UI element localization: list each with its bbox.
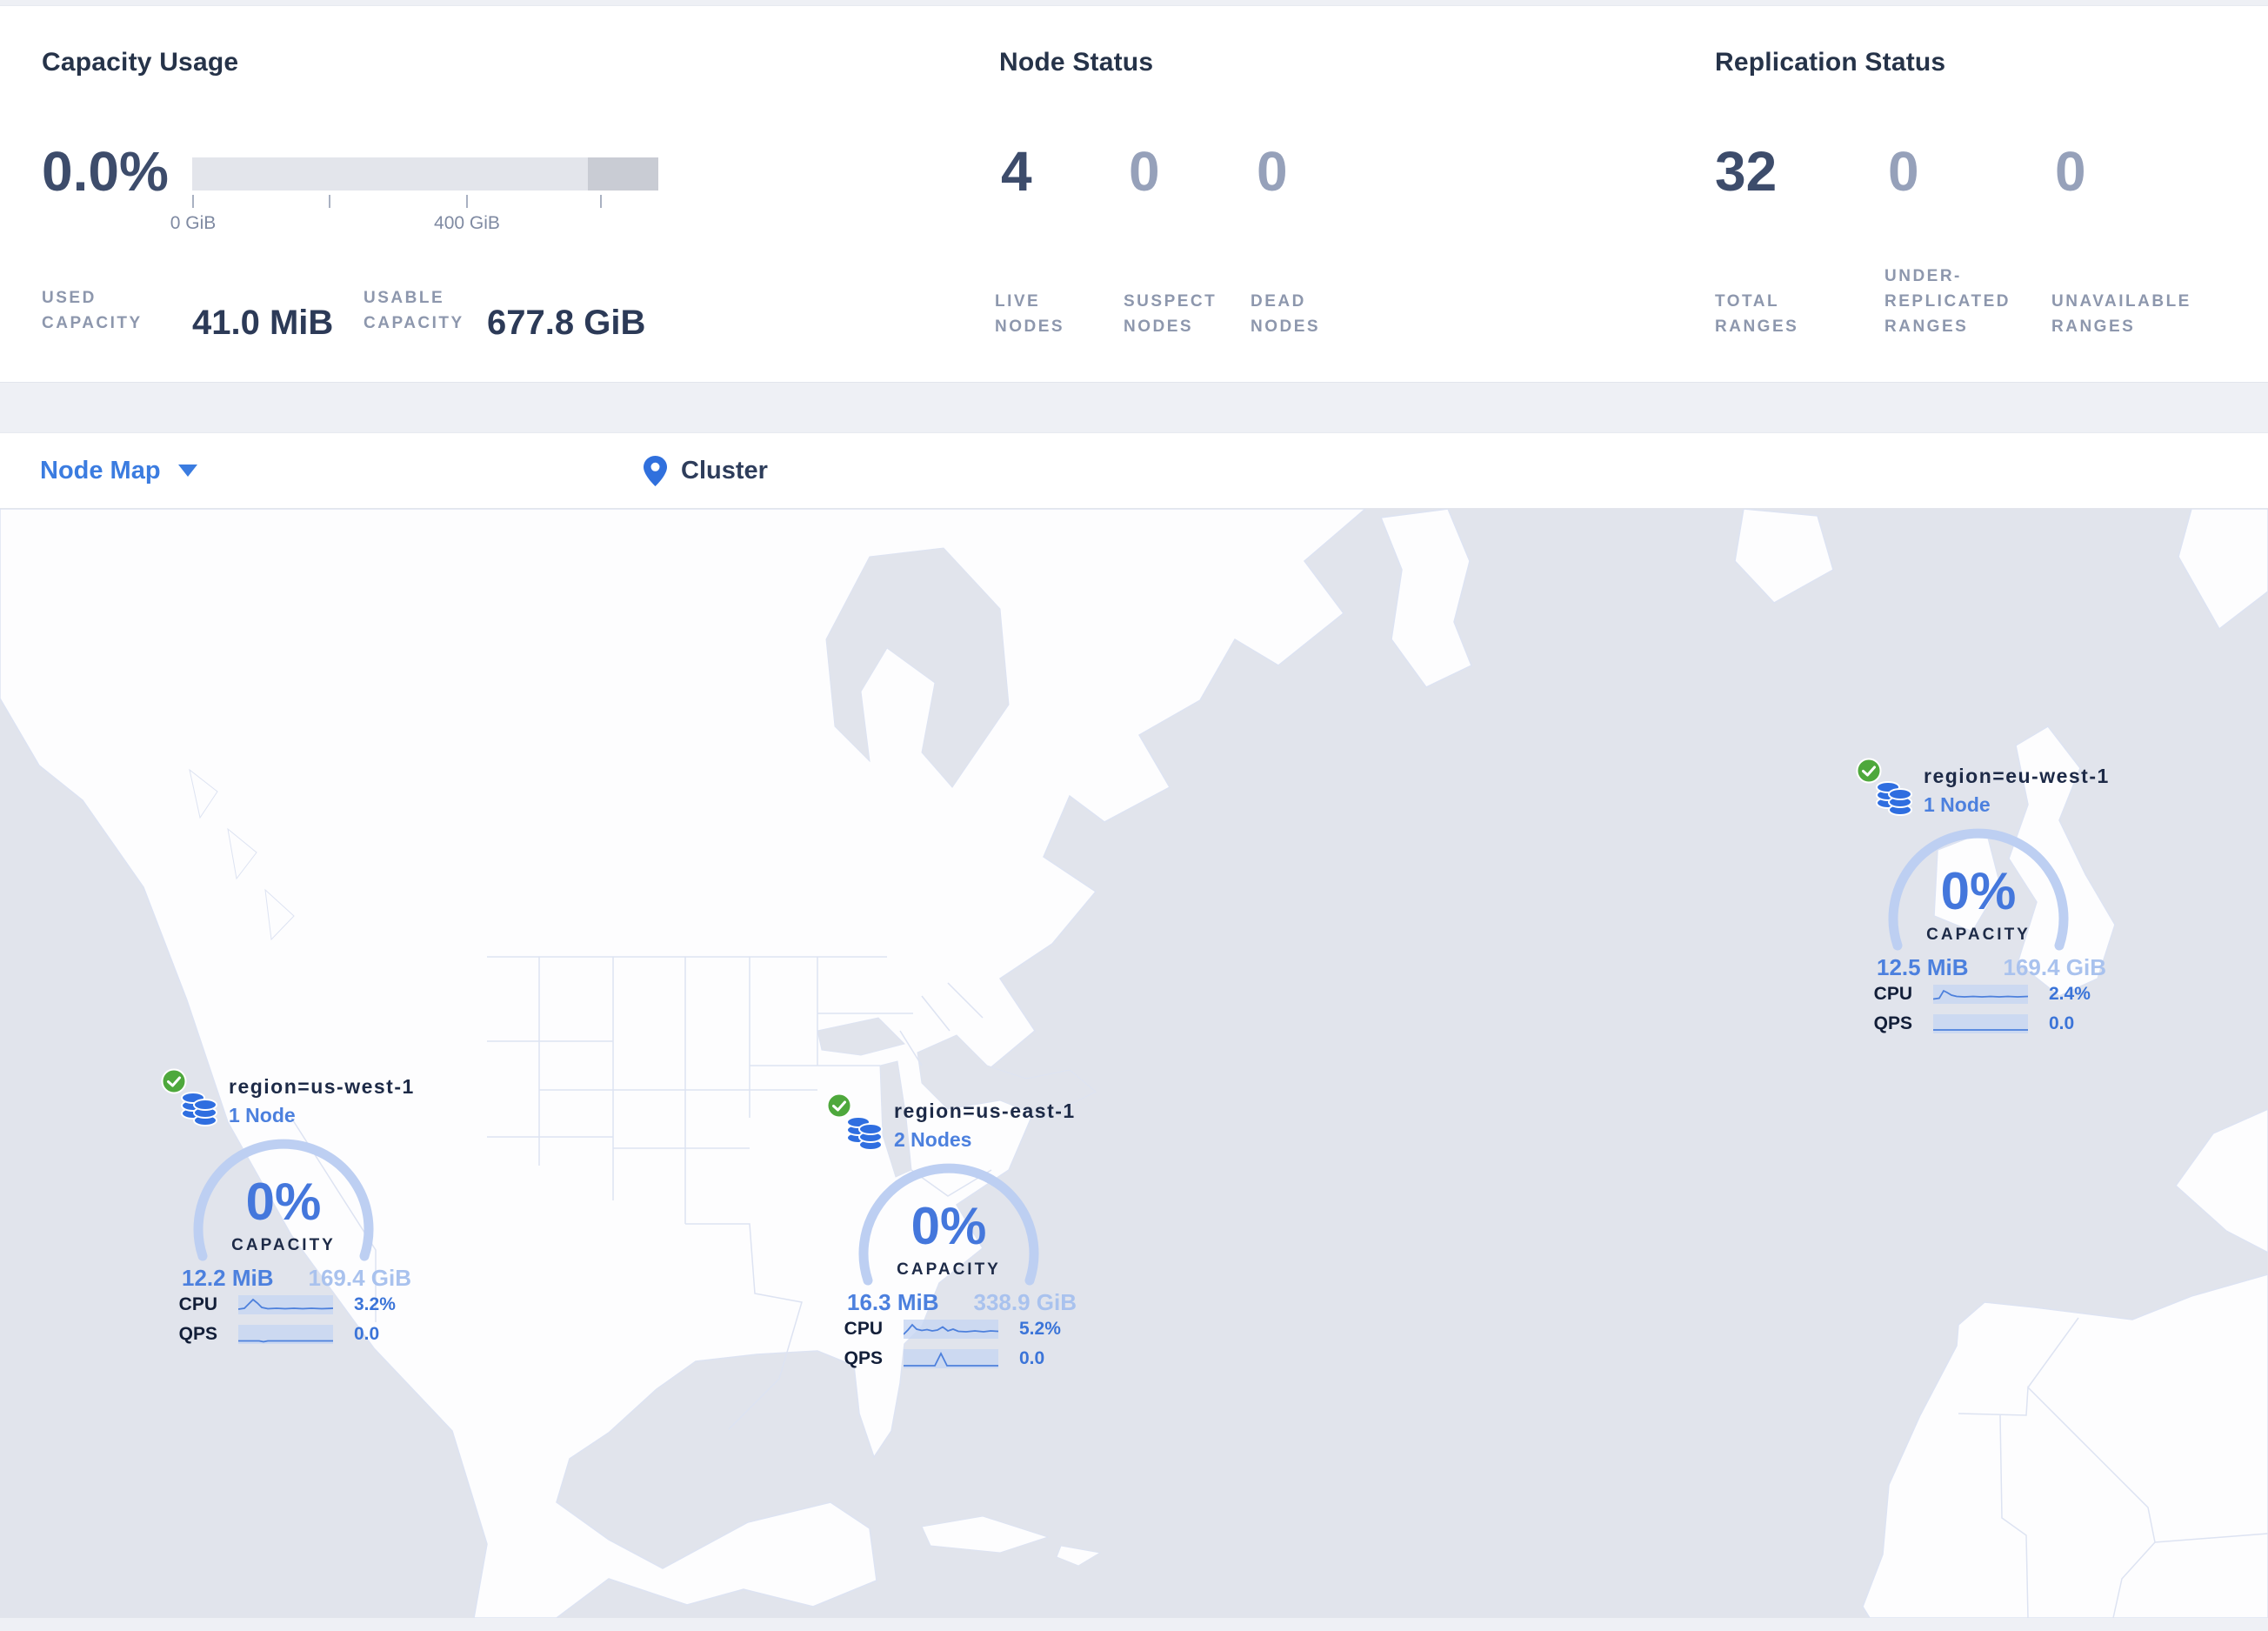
capacity-total-value: 169.4 GiB [308, 1265, 411, 1291]
cpu-label: CPU [1873, 984, 1912, 1004]
capacity-label: CAPACITY [231, 1236, 336, 1254]
breadcrumb[interactable]: Cluster [644, 433, 768, 508]
capacity-bar-reserved-segment [588, 157, 658, 191]
axis-tick [329, 195, 330, 208]
capacity-percent: 0% [911, 1197, 987, 1255]
node-count-link[interactable]: 1 Node [229, 1104, 296, 1127]
view-selector-dropdown[interactable]: Node Map [40, 433, 197, 508]
under-replicated-count: 0 [1888, 140, 1919, 203]
suspect-nodes-count: 0 [1129, 140, 1160, 203]
cluster-summary-bar: Capacity Usage 0.0% 0 GiB 400 GiB USED C… [0, 5, 2268, 383]
axis-tick-label: 0 GiB [170, 213, 217, 233]
capacity-total-value: 169.4 GiB [2003, 954, 2106, 980]
capacity-percent: 0.0% [42, 140, 169, 203]
cpu-label: CPU [844, 1319, 883, 1339]
capacity-used-value: 12.5 MiB [1877, 954, 1969, 980]
world-map[interactable]: region=us-west-1 1 Node 0% CAPACITY 12.2… [0, 509, 2268, 1618]
region-label: region=eu-west-1 [1924, 765, 2110, 787]
qps-sparkline [1933, 1014, 2028, 1033]
database-stack-icon [1876, 781, 1912, 816]
map-pin-icon [644, 455, 667, 486]
capacity-usage-title: Capacity Usage [42, 48, 239, 77]
cpu-sparkline [904, 1320, 998, 1339]
axis-tick [466, 195, 468, 208]
qps-row: QPS 0.0 [1856, 1013, 2145, 1035]
capacity-percent: 0% [1940, 862, 2017, 920]
cpu-row: CPU 2.4% [1856, 983, 2145, 1006]
axis-tick [192, 195, 194, 208]
view-selector-label: Node Map [40, 456, 161, 485]
capacity-total-value: 338.9 GiB [973, 1289, 1077, 1315]
usable-capacity-label: USABLE CAPACITY [364, 289, 464, 332]
breadcrumb-label: Cluster [681, 456, 768, 485]
qps-row: QPS 0.0 [826, 1347, 1115, 1370]
node-status-title: Node Status [999, 48, 1154, 77]
cpu-row: CPU 5.2% [826, 1318, 1115, 1340]
qps-value: 0.0 [2049, 1013, 2075, 1033]
region-label: region=us-east-1 [894, 1100, 1076, 1122]
qps-label: QPS [178, 1324, 217, 1344]
qps-value: 0.0 [354, 1324, 380, 1344]
qps-sparkline [238, 1325, 333, 1344]
total-ranges-label: TOTAL RANGES [1715, 292, 1799, 336]
cpu-label: CPU [178, 1294, 217, 1314]
region-marker-us-east-1[interactable]: region=us-east-1 2 Nodes 0% CAPACITY 16.… [826, 1093, 1115, 1381]
qps-sparkline [904, 1349, 998, 1368]
capacity-label: CAPACITY [897, 1260, 1001, 1279]
axis-tick-label: 400 GiB [434, 213, 500, 233]
capacity-label: CAPACITY [1926, 926, 2031, 944]
region-label: region=us-west-1 [229, 1075, 415, 1098]
used-capacity-label: USED CAPACITY [42, 289, 143, 332]
qps-label: QPS [1873, 1013, 1912, 1033]
capacity-used-value: 12.2 MiB [182, 1265, 274, 1291]
qps-label: QPS [844, 1348, 883, 1368]
node-map-page: Capacity Usage 0.0% 0 GiB 400 GiB USED C… [0, 0, 2268, 1631]
dead-nodes-label: DEAD NODES [1251, 292, 1321, 336]
capacity-bar [192, 157, 658, 191]
qps-value: 0.0 [1019, 1348, 1045, 1368]
cpu-value: 3.2% [354, 1294, 396, 1314]
database-stack-icon [181, 1092, 217, 1126]
map-geography [0, 509, 2268, 1618]
under-replicated-label: UNDER-REPLICATED RANGES [1884, 267, 2011, 336]
node-count-link[interactable]: 2 Nodes [894, 1128, 971, 1152]
suspect-nodes-label: SUSPECT NODES [1124, 292, 1217, 336]
node-count-link[interactable]: 1 Node [1924, 793, 1991, 817]
cpu-sparkline [1933, 985, 2028, 1004]
capacity-used-value: 16.3 MiB [847, 1289, 939, 1315]
cpu-value: 5.2% [1019, 1319, 1061, 1339]
dead-nodes-count: 0 [1257, 140, 1288, 203]
region-marker-us-west-1[interactable]: region=us-west-1 1 Node 0% CAPACITY 12.2… [161, 1068, 450, 1357]
capacity-percent: 0% [245, 1173, 322, 1231]
chevron-down-icon [177, 465, 197, 477]
cpu-value: 2.4% [2049, 984, 2091, 1004]
region-marker-eu-west-1[interactable]: region=eu-west-1 1 Node 0% CAPACITY 12.5… [1856, 758, 2145, 1046]
axis-tick [600, 195, 602, 208]
cpu-row: CPU 3.2% [161, 1293, 450, 1316]
total-ranges-count: 32 [1715, 140, 1778, 203]
usable-capacity-value: 677.8 GiB [487, 304, 646, 342]
qps-row: QPS 0.0 [161, 1323, 450, 1346]
unavailable-label: UNAVAILABLE RANGES [2051, 292, 2191, 336]
map-toolbar: Node Map Cluster 10m Past 10 Minutes [0, 432, 2268, 933]
live-nodes-count: 4 [1001, 140, 1032, 203]
replication-status-title: Replication Status [1715, 48, 1946, 77]
cpu-sparkline [238, 1295, 333, 1314]
used-capacity-value: 41.0 MiB [192, 304, 334, 342]
unavailable-count: 0 [2055, 140, 2086, 203]
live-nodes-label: LIVE NODES [995, 292, 1065, 336]
database-stack-icon [846, 1116, 883, 1151]
